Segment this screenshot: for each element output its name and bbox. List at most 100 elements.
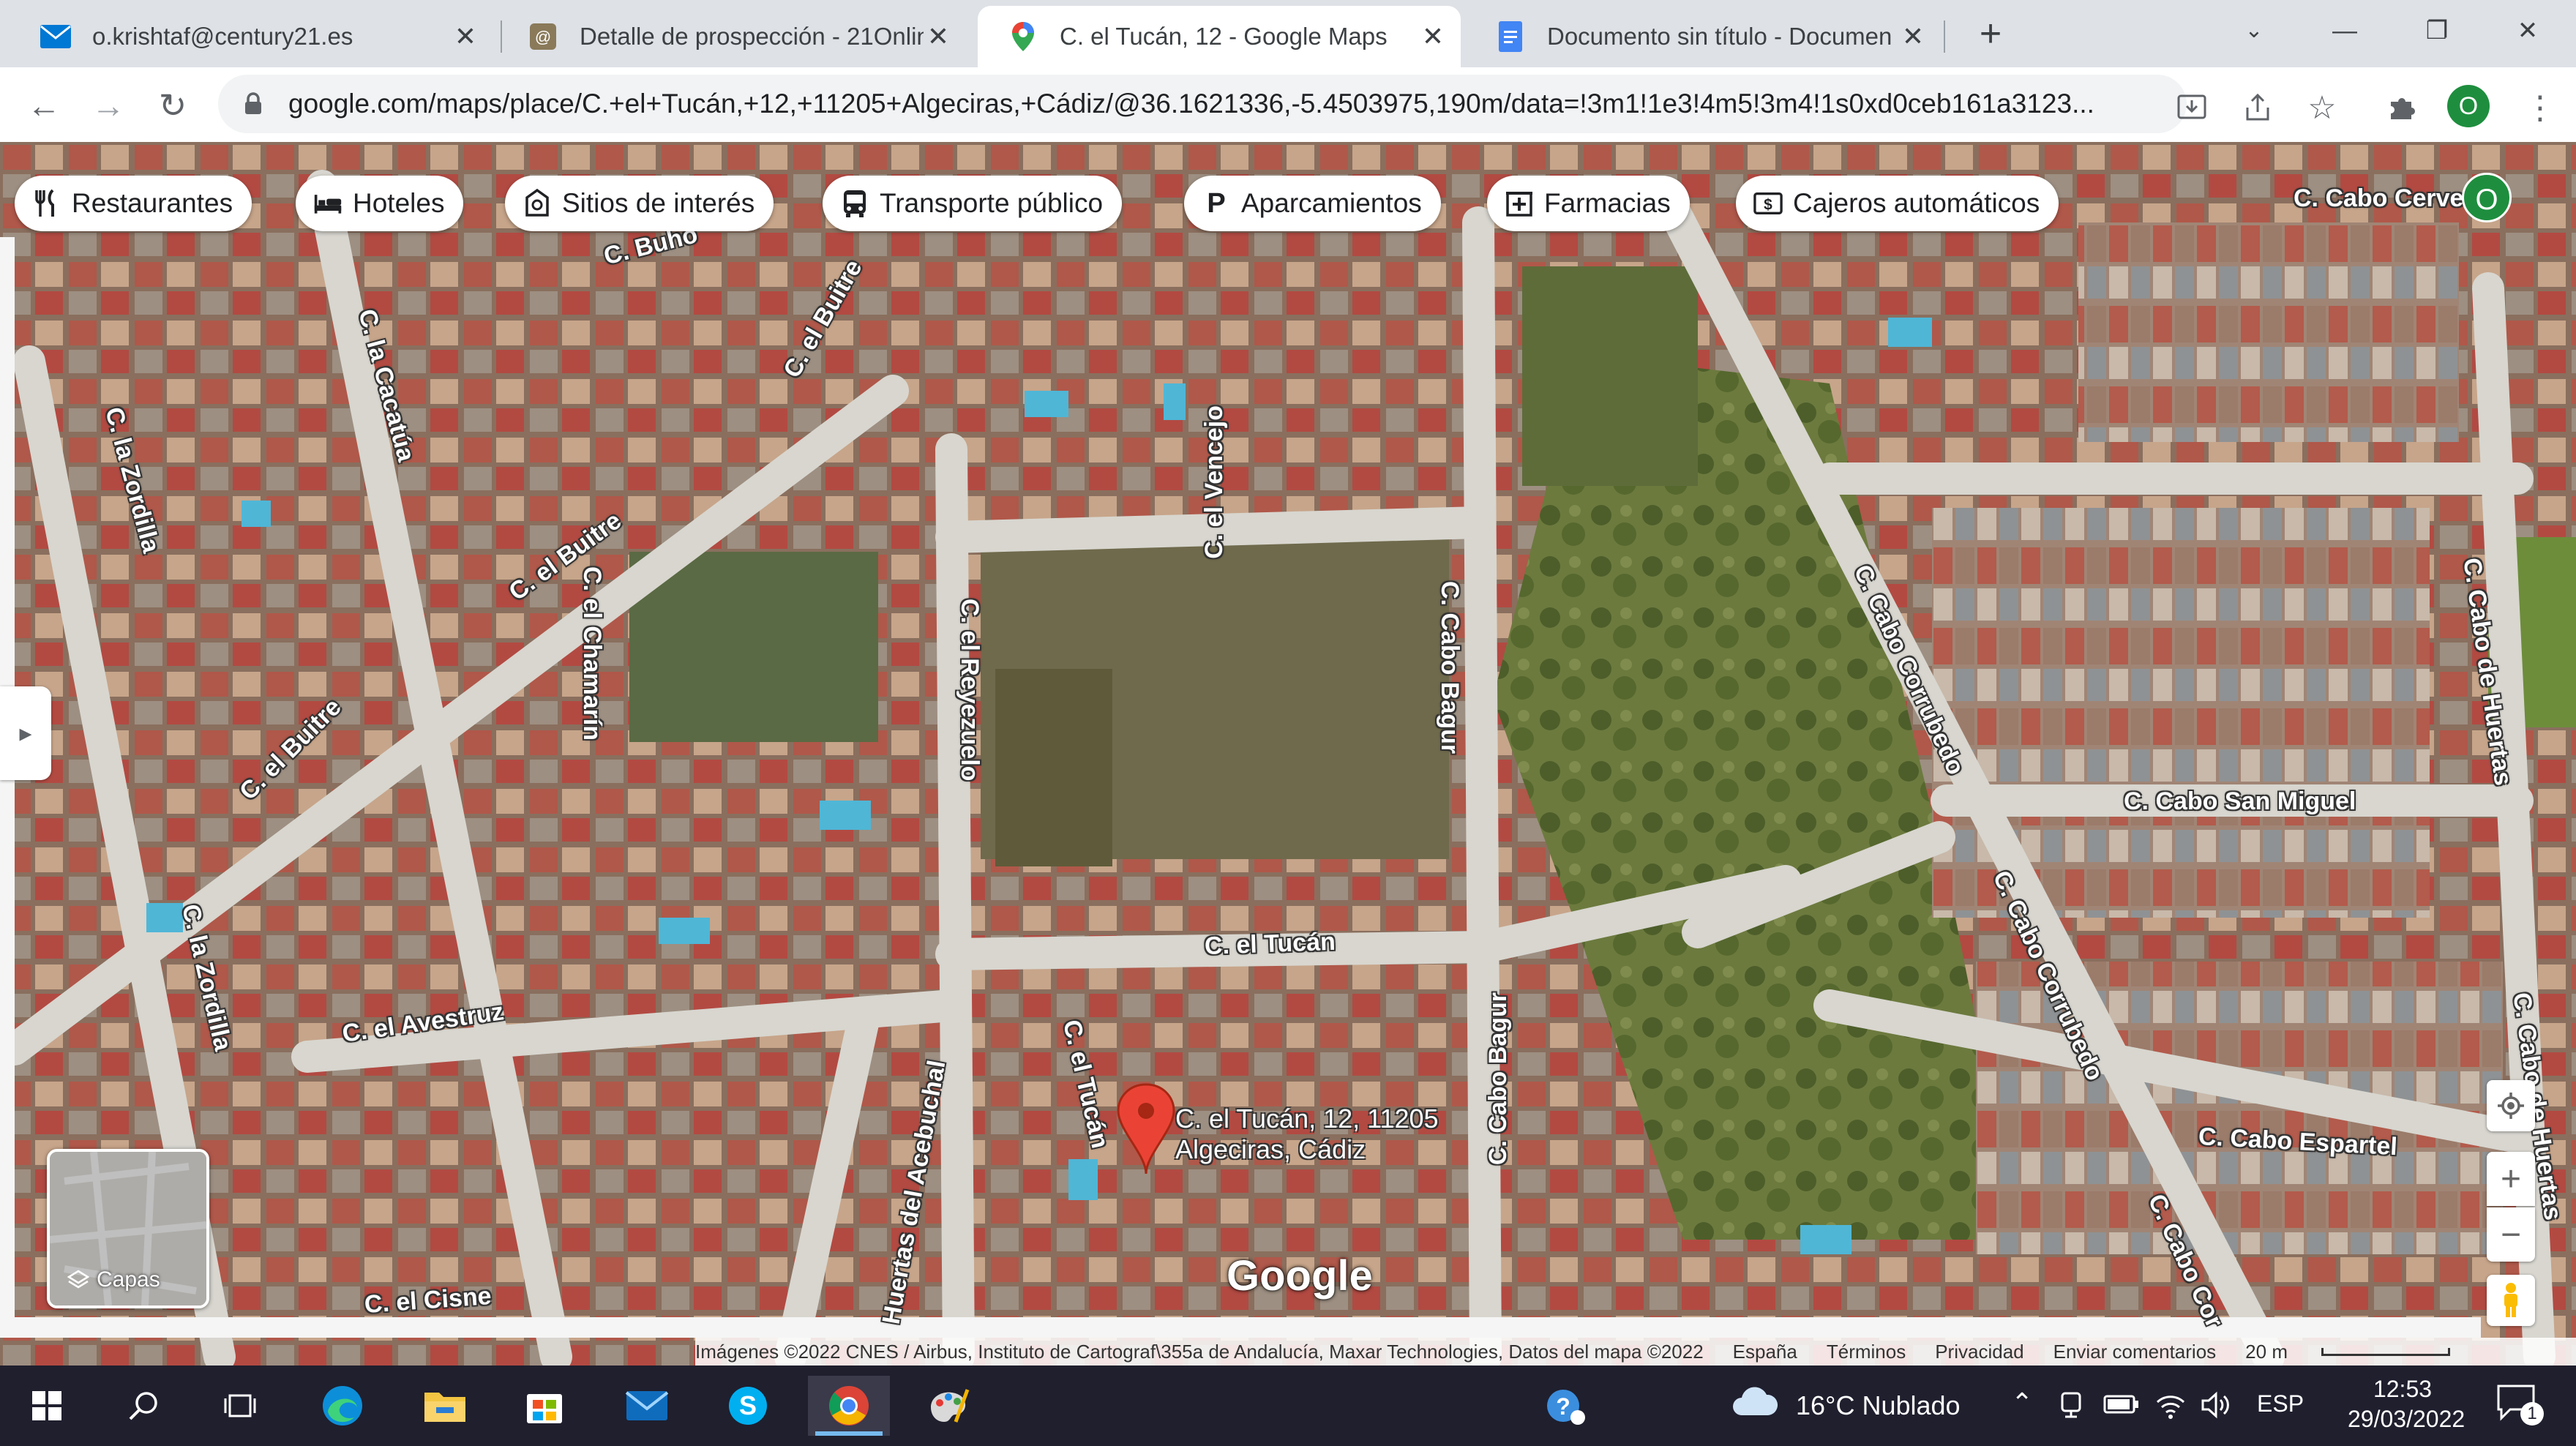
reload-icon[interactable]: ↻ — [151, 83, 195, 127]
street-label[interactable]: C. Cabo Bagur — [1484, 992, 1513, 1165]
skype-icon[interactable]: S — [707, 1376, 789, 1436]
street-label[interactable]: C. el Reyezuelo — [955, 599, 984, 781]
chip-hotels[interactable]: Hoteles — [296, 176, 464, 231]
parking-icon: P — [1207, 187, 1226, 219]
scale-bar[interactable]: 20 m — [2245, 1341, 2479, 1363]
close-icon[interactable]: ✕ — [1418, 21, 1448, 52]
svg-text:S: S — [739, 1390, 757, 1420]
cloud-weather-icon[interactable] — [1731, 1383, 1778, 1423]
tab-search-chevron-icon[interactable]: ⌄ — [2225, 7, 2283, 54]
zoom-in-button[interactable]: + — [2487, 1152, 2535, 1206]
chip-label: Sitios de interés — [562, 188, 755, 218]
mail-icon — [40, 20, 72, 53]
tab-docs[interactable]: Documento sin título - Documen ✕ — [1465, 6, 1941, 67]
window-close-icon[interactable]: ✕ — [2498, 7, 2557, 54]
clock-time: 12:53 — [2373, 1376, 2433, 1402]
footer-link-terms[interactable]: Términos — [1827, 1341, 1906, 1363]
task-view-icon[interactable] — [199, 1376, 281, 1436]
windows-start-icon[interactable] — [6, 1376, 88, 1436]
notification-count: 1 — [2520, 1402, 2544, 1426]
layers-button[interactable]: Capas — [47, 1149, 209, 1308]
volume-icon[interactable] — [2200, 1390, 2232, 1423]
input-language[interactable]: ESP — [2257, 1390, 2304, 1417]
chip-pharmacies[interactable]: Farmacias — [1487, 176, 1690, 231]
install-icon[interactable] — [2172, 88, 2212, 127]
place-label[interactable]: C. el Tucán, 12, 11205 Algeciras, Cádiz — [1175, 1104, 1439, 1165]
mail-app-icon[interactable] — [606, 1376, 688, 1436]
street-label[interactable]: C. el Vencejo — [1200, 405, 1229, 559]
paint-icon[interactable] — [907, 1376, 989, 1436]
pharmacy-icon — [1505, 189, 1534, 218]
menu-kebab-icon[interactable]: ⋮ — [2520, 88, 2560, 127]
forward-arrow-icon[interactable]: → — [86, 83, 130, 127]
21online-icon: @ — [527, 20, 559, 53]
my-location-button[interactable] — [2487, 1080, 2535, 1131]
street-label[interactable]: C. Cabo San Miguel — [2124, 787, 2356, 816]
weather-text[interactable]: 16°C Nublado — [1796, 1390, 1961, 1421]
tab-mail[interactable]: o.krishtaf@century21.es ✕ — [10, 6, 493, 67]
microsoft-store-icon[interactable] — [503, 1376, 585, 1436]
footer-link-feedback[interactable]: Enviar comentarios — [2053, 1341, 2217, 1363]
attribution-text: Imágenes ©2022 CNES / Airbus, Instituto … — [695, 1340, 1704, 1363]
chip-public-transport[interactable]: Transporte público — [823, 176, 1123, 231]
maps-pin-icon — [1007, 20, 1039, 53]
svg-text:@: @ — [535, 28, 551, 46]
tab-google-maps[interactable]: C. el Tucán, 12 - Google Maps ✕ — [978, 6, 1461, 67]
fork-knife-icon — [32, 189, 61, 218]
notifications-button[interactable]: 1 — [2496, 1383, 2547, 1427]
extensions-puzzle-icon[interactable] — [2383, 88, 2422, 127]
search-icon[interactable] — [102, 1376, 184, 1436]
place-city: Algeciras, Cádiz — [1175, 1134, 1366, 1164]
place-address: C. el Tucán, 12, 11205 — [1175, 1104, 1439, 1134]
new-tab-button[interactable]: + — [1969, 10, 2012, 57]
minimize-icon[interactable]: — — [2315, 7, 2374, 54]
satellite-map[interactable]: C. Buho C. el Buitre C. el Vencejo C. la… — [0, 142, 2576, 1366]
chip-points-of-interest[interactable]: Sitios de interés — [505, 176, 774, 231]
layers-label: Capas — [67, 1267, 160, 1292]
file-explorer-icon[interactable] — [404, 1376, 486, 1436]
restore-icon[interactable]: ❐ — [2408, 7, 2466, 54]
scale-label: 20 m — [2245, 1340, 2288, 1363]
windows-taskbar: S ? 16°C Nublado ⌃ ESP 12:53 29/03/2022 … — [0, 1366, 2576, 1446]
svg-text:$: $ — [1764, 197, 1772, 214]
chip-atms[interactable]: $ Cajeros automáticos — [1736, 176, 2059, 231]
expand-side-panel-button[interactable]: ▸ — [0, 686, 51, 780]
edge-browser-icon[interactable] — [302, 1376, 383, 1436]
tab-21online[interactable]: @ Detalle de prospección - 21Onlin ✕ — [498, 6, 966, 67]
street-label[interactable]: C. Cabo Cerve — [2294, 184, 2463, 213]
close-icon[interactable]: ✕ — [451, 21, 480, 52]
tab-strip: o.krishtaf@century21.es ✕ @ Detalle de p… — [0, 0, 2576, 67]
address-bar[interactable]: google.com/maps/place/C.+el+Tucán,+12,+1… — [218, 75, 2187, 133]
close-icon[interactable]: ✕ — [1898, 21, 1928, 52]
battery-icon[interactable] — [2103, 1392, 2140, 1420]
lock-icon[interactable] — [239, 92, 268, 116]
street-view-pegman-button[interactable] — [2487, 1275, 2535, 1326]
street-label[interactable]: C. el Chamarín — [577, 566, 606, 741]
show-hidden-icons-chevron-icon[interactable]: ⌃ — [2011, 1387, 2033, 1418]
street-label[interactable]: C. el Tucán — [1204, 928, 1336, 961]
crosshair-icon — [2498, 1093, 2524, 1119]
wifi-icon[interactable] — [2154, 1390, 2187, 1423]
chip-label: Aparcamientos — [1241, 188, 1422, 218]
chip-restaurants[interactable]: Restaurantes — [15, 176, 252, 231]
chip-label: Cajeros automáticos — [1793, 188, 2040, 218]
chip-parking[interactable]: P Aparcamientos — [1184, 176, 1441, 231]
footer-link-country[interactable]: España — [1733, 1341, 1797, 1363]
docs-icon — [1494, 20, 1527, 53]
bed-icon — [313, 189, 342, 218]
maps-account-avatar[interactable]: O — [2462, 173, 2512, 222]
share-icon[interactable] — [2238, 88, 2277, 127]
close-icon[interactable]: ✕ — [924, 21, 953, 52]
back-arrow-icon[interactable]: ← — [22, 83, 66, 127]
footer-link-privacy[interactable]: Privacidad — [1935, 1341, 2023, 1363]
zoom-out-button[interactable]: − — [2487, 1207, 2535, 1262]
meet-now-icon[interactable] — [2056, 1390, 2086, 1423]
tab-title: o.krishtaf@century21.es — [92, 23, 353, 50]
bookmark-star-icon[interactable]: ☆ — [2302, 88, 2342, 127]
street-label[interactable]: C. Cabo Bagur — [1435, 581, 1464, 754]
chrome-icon[interactable] — [808, 1376, 890, 1436]
url-text[interactable]: google.com/maps/place/C.+el+Tucán,+12,+1… — [288, 89, 2133, 119]
profile-avatar[interactable]: O — [2447, 85, 2490, 127]
help-icon[interactable]: ? — [1525, 1376, 1607, 1436]
clock[interactable]: 12:53 29/03/2022 — [2348, 1376, 2465, 1433]
